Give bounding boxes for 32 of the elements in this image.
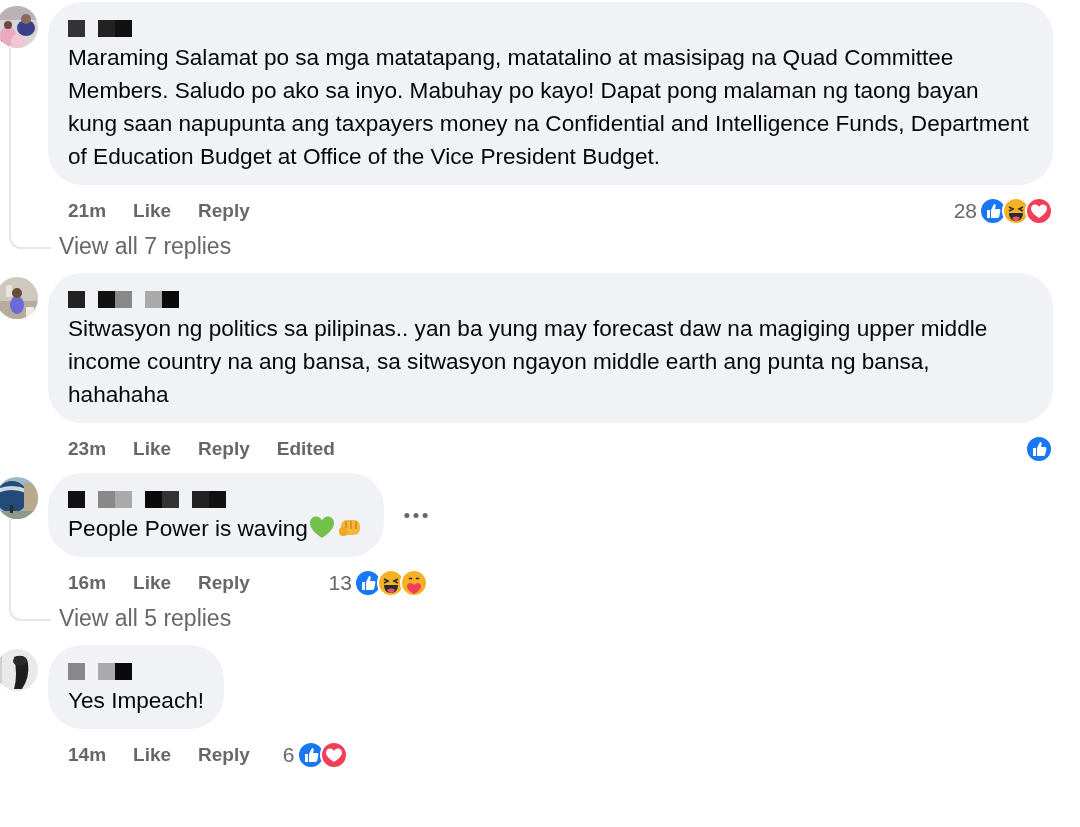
- thread-connector: [9, 227, 51, 249]
- like-icon: [1025, 435, 1053, 463]
- like-link[interactable]: Like: [133, 740, 172, 770]
- like-link[interactable]: Like: [133, 568, 172, 598]
- like-icon: [979, 197, 1007, 225]
- reply-link[interactable]: Reply: [198, 434, 250, 464]
- timestamp: 16m: [68, 570, 107, 595]
- comment-text: People Power is waving: [68, 512, 364, 545]
- comment-text: Maraming Salamat po sa mga matatapang, matatalino at masisipag na Quad Committee Members. Saludo po ako sa inyo. Mabuhay po kayo! Dapat pong malaman ng taong bayan kung saan napupunta ang taxpayers money na Confidential and Intelligence Funds, Department of Education Budget at Office of the Vice President Budget.: [68, 44, 1030, 171]
- reply-link[interactable]: Reply: [198, 740, 250, 770]
- reaction-count: 6: [282, 742, 295, 769]
- view-replies-link[interactable]: View all 5 replies: [59, 599, 232, 645]
- like-link[interactable]: Like: [133, 434, 172, 464]
- view-replies-link[interactable]: View all 7 replies: [59, 227, 232, 273]
- timestamp: 21m: [68, 198, 107, 223]
- hugging-emoji-icon: [399, 569, 428, 597]
- like-icon: [296, 741, 325, 769]
- reply-link[interactable]: Reply: [198, 568, 250, 598]
- reply-link[interactable]: Reply: [198, 196, 250, 226]
- timestamp: 14m: [68, 742, 107, 767]
- comment-text: Sitwasyon ng politics sa pilipinas.. yan ba yung may forecast daw na magiging upper middle income country na ang bansa, sa sitwasyon ngayon middle earth ang punta ng bansa, hahahaha: [68, 315, 989, 409]
- laughing-emoji-icon: [1002, 197, 1030, 225]
- thread-connector: [9, 599, 51, 621]
- reaction-count: 13: [328, 570, 352, 597]
- more-options-icon[interactable]: [403, 511, 428, 519]
- comment-text: Yes Impeach!: [68, 687, 205, 715]
- like-link[interactable]: Like: [133, 196, 172, 226]
- like-icon: [353, 569, 382, 597]
- reaction-count: 28: [953, 198, 977, 225]
- timestamp: 23m: [68, 436, 107, 461]
- laughing-emoji-icon: [376, 569, 405, 597]
- edited-label: Edited: [276, 436, 335, 461]
